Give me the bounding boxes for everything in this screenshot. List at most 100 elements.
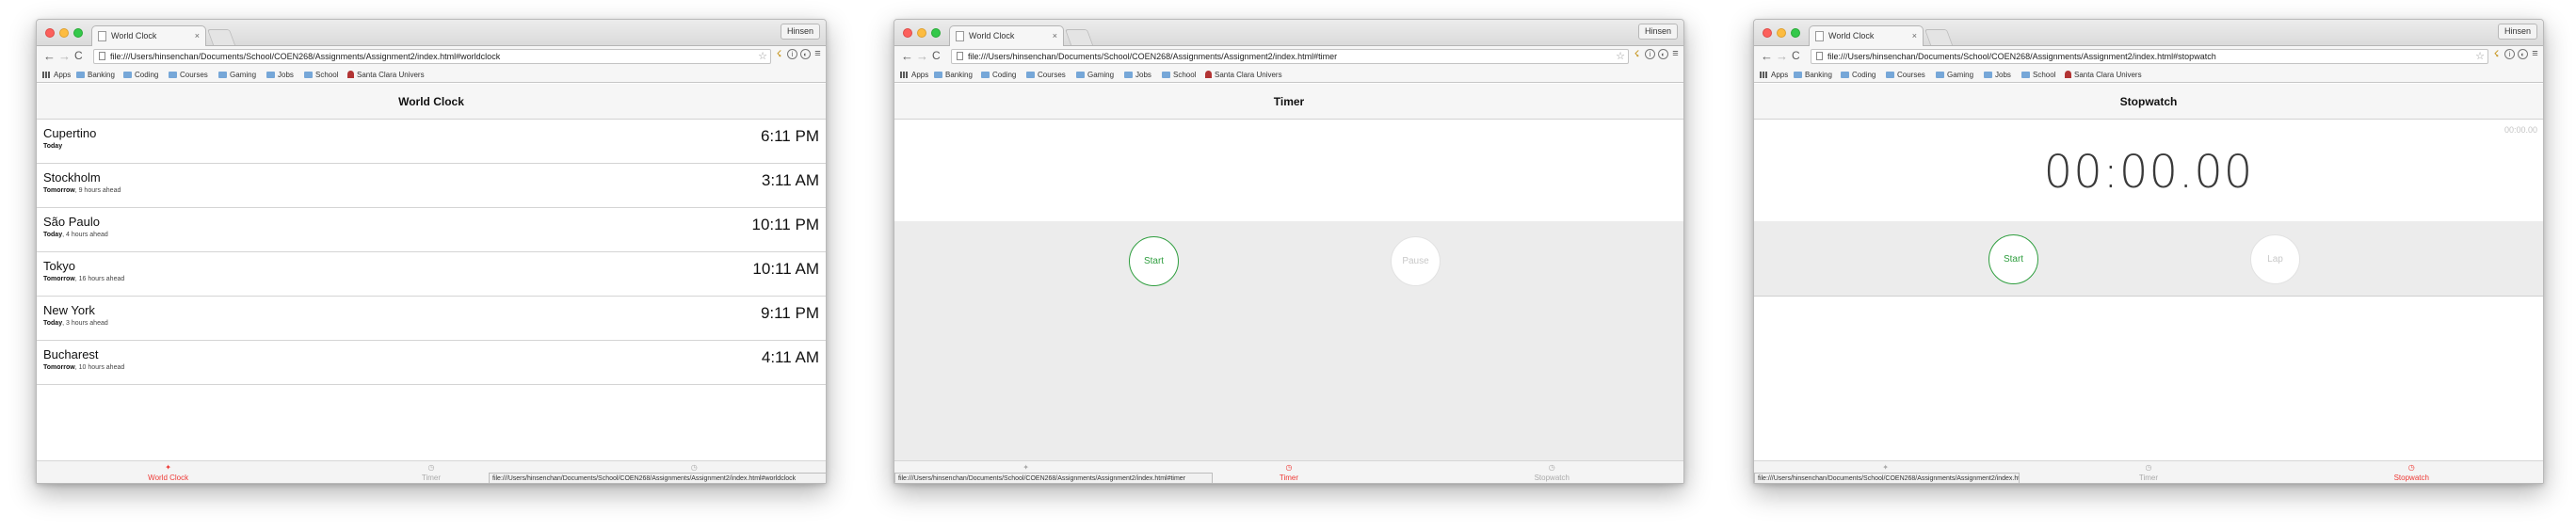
info-extension-icon[interactable]: ⅰ: [1645, 49, 1655, 59]
stopwatch-controls: Start Lap: [1754, 221, 2543, 297]
tab-timer[interactable]: ◷ Timer: [2017, 461, 2279, 483]
clock-row[interactable]: Tokyo Tomorrow, 16 hours ahead 10:11 AM: [37, 252, 826, 297]
lap-button[interactable]: Lap: [2250, 234, 2300, 284]
profile-button[interactable]: Hinsen: [2497, 24, 2537, 40]
clock-row[interactable]: São Paulo Today, 4 hours ahead 10:11 PM: [37, 208, 826, 252]
bookmark-jobs[interactable]: Jobs: [266, 67, 294, 83]
bookmark-coding[interactable]: Coding: [981, 67, 1016, 83]
browser-window-stopwatch: World Clock × Hinsen ← → C file:///Users…: [1753, 19, 2544, 484]
clock-row[interactable]: Stockholm Tomorrow, 9 hours ahead 3:11 A…: [37, 164, 826, 208]
tab-stopwatch[interactable]: ◷ Stopwatch: [2280, 461, 2543, 483]
new-tab-button[interactable]: [206, 29, 236, 45]
bookmark-school[interactable]: School: [1162, 67, 1196, 83]
start-button[interactable]: Start: [1988, 234, 2038, 284]
folder-icon: [2021, 72, 2030, 78]
bookmark-gaming[interactable]: Gaming: [1076, 67, 1114, 83]
bookmark-apps[interactable]: Apps: [900, 67, 928, 83]
bookmark-banking[interactable]: Banking: [1794, 67, 1832, 83]
bookmark-school[interactable]: School: [2021, 67, 2055, 83]
bookmark-santa-clara[interactable]: Santa Clara Univers: [347, 67, 425, 83]
new-tab-button[interactable]: [1924, 29, 1954, 45]
minimize-window-button[interactable]: [917, 28, 926, 38]
tab-stopwatch[interactable]: ◷ Stopwatch: [1421, 461, 1683, 483]
bookmark-courses[interactable]: Courses: [1026, 67, 1066, 83]
bookmark-courses[interactable]: Courses: [1886, 67, 1925, 83]
new-tab-button[interactable]: [1064, 29, 1094, 45]
bookmark-star-icon[interactable]: ☆: [1616, 50, 1625, 63]
page-icon: [956, 31, 964, 41]
bookmark-jobs[interactable]: Jobs: [1124, 67, 1151, 83]
bookmark-coding[interactable]: Coding: [123, 67, 158, 83]
bookmark-coding[interactable]: Coding: [1841, 67, 1876, 83]
menu-icon[interactable]: ≡: [1670, 49, 1681, 59]
menu-icon[interactable]: ≡: [2530, 49, 2540, 59]
bookmark-jobs[interactable]: Jobs: [1984, 67, 2011, 83]
maximize-window-button[interactable]: [931, 28, 941, 38]
forward-arrow-icon[interactable]: →: [916, 48, 928, 64]
close-window-button[interactable]: [45, 28, 55, 38]
address-bar[interactable]: file:///Users/hinsenchan/Documents/Schoo…: [951, 49, 1629, 64]
tab-close-icon[interactable]: ×: [1053, 26, 1057, 45]
browser-tab[interactable]: World Clock ×: [949, 25, 1064, 46]
minimize-window-button[interactable]: [59, 28, 69, 38]
back-arrow-icon[interactable]: ←: [901, 48, 913, 64]
browser-tab[interactable]: World Clock ×: [91, 25, 206, 46]
menu-icon[interactable]: ≡: [813, 49, 823, 59]
world-clock-icon: ✦: [1022, 463, 1029, 472]
extension-icon[interactable]: ◐: [1658, 49, 1668, 59]
bookmark-courses[interactable]: Courses: [169, 67, 208, 83]
extension-icon[interactable]: ◐: [800, 49, 811, 59]
back-arrow-icon[interactable]: ←: [1761, 48, 1773, 64]
bookmark-santa-clara[interactable]: Santa Clara Univers: [1205, 67, 1282, 83]
bookmark-gaming[interactable]: Gaming: [1936, 67, 1973, 83]
forward-arrow-icon[interactable]: →: [58, 48, 71, 64]
clock-row[interactable]: New York Today, 3 hours ahead 9:11 PM: [37, 297, 826, 341]
world-clock-page: World Clock Cupertino Today 6:11 PM Stoc…: [37, 84, 826, 483]
bookmark-star-icon[interactable]: ☆: [2475, 50, 2485, 63]
city-name: Stockholm: [43, 170, 101, 185]
pause-button[interactable]: Pause: [1391, 236, 1441, 286]
close-window-button[interactable]: [903, 28, 912, 38]
bookmark-apps[interactable]: Apps: [1760, 67, 1788, 83]
clock-row[interactable]: Bucharest Tomorrow, 10 hours ahead 4:11 …: [37, 341, 826, 385]
forward-arrow-icon[interactable]: →: [1776, 48, 1788, 64]
timer-picker-area[interactable]: [894, 120, 1683, 221]
maximize-window-button[interactable]: [73, 28, 83, 38]
bookmark-star-icon[interactable]: ☆: [758, 50, 767, 63]
profile-button[interactable]: Hinsen: [780, 24, 820, 40]
status-url-tooltip: file:///Users/hinsenchan/Documents/Schoo…: [489, 473, 826, 483]
address-bar[interactable]: file:///Users/hinsenchan/Documents/Schoo…: [1811, 49, 2488, 64]
profile-button[interactable]: Hinsen: [1637, 24, 1678, 40]
tab-close-icon[interactable]: ×: [1912, 26, 1917, 45]
extension-icon[interactable]: ☇: [2491, 49, 2502, 59]
browser-tab[interactable]: World Clock ×: [1809, 25, 1924, 46]
bookmark-school[interactable]: School: [304, 67, 338, 83]
bookmark-banking[interactable]: Banking: [76, 67, 115, 83]
bookmark-gaming[interactable]: Gaming: [218, 67, 256, 83]
extension-icon[interactable]: ☇: [1632, 49, 1642, 59]
folder-icon: [1026, 72, 1035, 78]
info-extension-icon[interactable]: ⅰ: [787, 49, 797, 59]
tab-world-clock[interactable]: ✦ World Clock: [37, 461, 299, 483]
clock-row[interactable]: Cupertino Today 6:11 PM: [37, 120, 826, 164]
local-time: 9:11 PM: [760, 304, 819, 322]
bookmark-santa-clara[interactable]: Santa Clara Univers: [2065, 67, 2142, 83]
reload-icon[interactable]: C: [932, 48, 941, 64]
address-bar[interactable]: file:///Users/hinsenchan/Documents/Schoo…: [93, 49, 771, 64]
extension-icon[interactable]: ☇: [774, 49, 784, 59]
minimize-window-button[interactable]: [1777, 28, 1786, 38]
bookmark-banking[interactable]: Banking: [934, 67, 973, 83]
back-arrow-icon[interactable]: ←: [43, 48, 56, 64]
folder-icon: [76, 72, 85, 78]
close-window-button[interactable]: [1763, 28, 1772, 38]
bookmark-apps[interactable]: Apps: [42, 67, 71, 83]
reload-icon[interactable]: C: [1792, 48, 1800, 64]
tab-title: World Clock: [111, 31, 157, 40]
extension-icon[interactable]: ◐: [2518, 49, 2528, 59]
info-extension-icon[interactable]: ⅰ: [2504, 49, 2515, 59]
reload-icon[interactable]: C: [74, 48, 83, 64]
lap-time-readout: 00:00.00: [2504, 125, 2537, 135]
tab-close-icon[interactable]: ×: [195, 26, 200, 45]
maximize-window-button[interactable]: [1791, 28, 1800, 38]
start-button[interactable]: Start: [1129, 236, 1179, 286]
